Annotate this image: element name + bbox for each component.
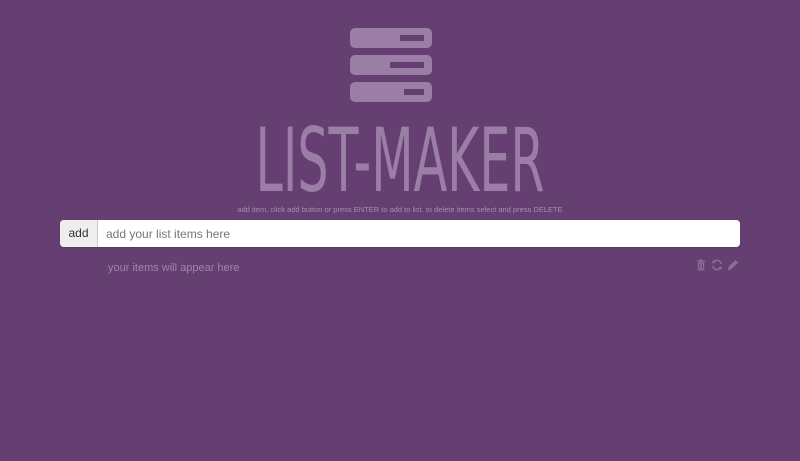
add-button[interactable]: add [60, 220, 98, 247]
list-logo-icon [350, 28, 432, 102]
pencil-icon[interactable] [727, 259, 739, 271]
add-item-form: add [60, 220, 740, 247]
instructions-text: add item, click add button or press ENTE… [237, 205, 563, 214]
list-actions [695, 259, 739, 271]
empty-list-placeholder: your items will appear here [108, 262, 240, 274]
trash-icon[interactable] [695, 259, 707, 271]
list-item-input[interactable] [98, 220, 740, 247]
app-title: LIST-MAKER [255, 109, 545, 212]
app-page: LIST-MAKER add item, click add button or… [0, 0, 800, 461]
refresh-icon[interactable] [711, 259, 723, 271]
